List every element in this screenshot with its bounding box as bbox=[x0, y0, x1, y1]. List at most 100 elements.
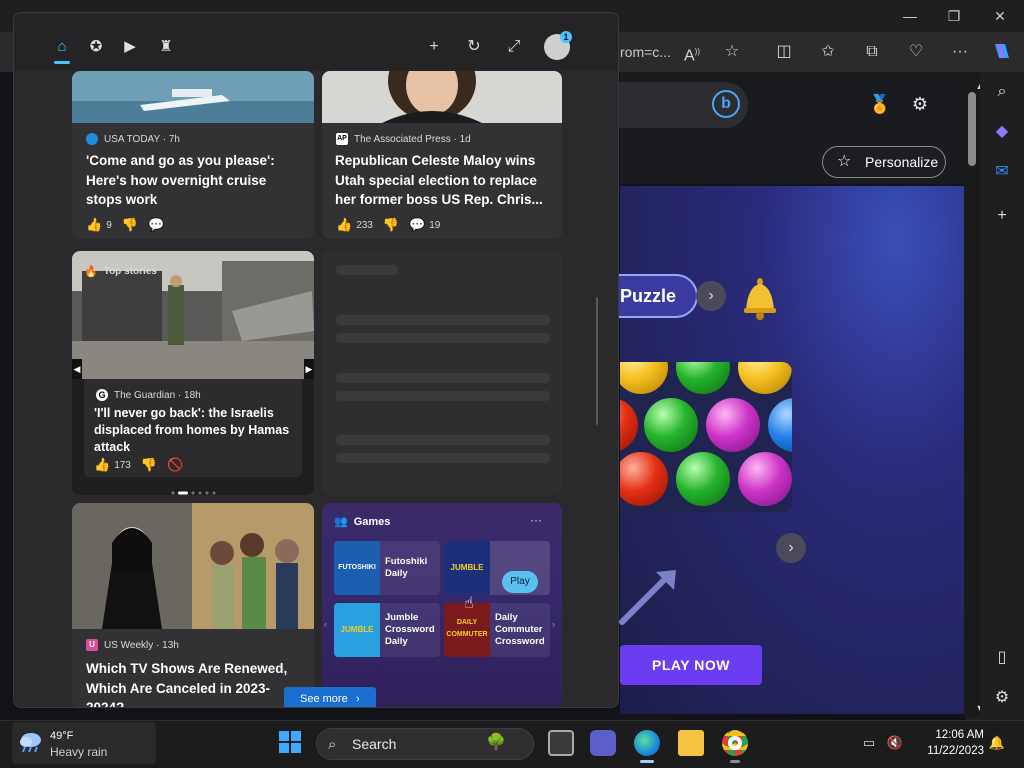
news-card[interactable]: AP The Associated Press · 1d Republican … bbox=[322, 71, 562, 239]
bing-logo-icon[interactable]: b bbox=[712, 90, 740, 118]
copilot-icon[interactable] bbox=[990, 40, 1014, 64]
headline[interactable]: Which TV Shows Are Renewed, Which Are Ca… bbox=[86, 659, 304, 707]
game-tile-jumble-crossword[interactable]: JUMBLE Jumble Crossword Daily bbox=[334, 603, 440, 657]
clock-time[interactable]: 12:06 AM bbox=[920, 729, 984, 741]
comment-button[interactable]: 💬 bbox=[148, 217, 164, 233]
see-more-button[interactable]: See more › bbox=[284, 687, 376, 707]
more-menu-icon[interactable]: ··· bbox=[948, 40, 972, 64]
sidebar-toggle-icon[interactable]: ▯ bbox=[990, 646, 1014, 670]
see-more-label: See more bbox=[300, 693, 348, 705]
rain-cloud-icon bbox=[20, 733, 41, 753]
home-icon[interactable]: ⌂ bbox=[50, 35, 74, 59]
news-source: USA TODAY · 7h bbox=[86, 133, 180, 145]
network-icon[interactable]: ▭ bbox=[860, 734, 878, 752]
more-options-icon[interactable]: ··· bbox=[530, 513, 542, 527]
personalize-button[interactable]: ☆ Personalize bbox=[822, 146, 946, 178]
search-label: Search bbox=[352, 736, 397, 752]
clock-date[interactable]: 11/22/2023 bbox=[920, 745, 984, 757]
chrome-browser-icon[interactable] bbox=[722, 730, 748, 756]
thumbs-up-icon: 👍 bbox=[86, 217, 103, 232]
add-icon[interactable]: + bbox=[990, 204, 1014, 228]
edge-browser-icon[interactable] bbox=[634, 730, 660, 756]
headline[interactable]: 'I'll never go back': the Israelis displ… bbox=[94, 405, 300, 456]
expand-icon[interactable]: ⤢ bbox=[502, 35, 526, 59]
comments-off-button[interactable]: 🚫 bbox=[167, 457, 183, 473]
game-label: Jumble Crossword Daily bbox=[385, 612, 435, 647]
like-button[interactable]: 👍 233 bbox=[336, 217, 373, 233]
collections-icon[interactable]: ⧉ bbox=[860, 40, 884, 64]
read-aloud-icon[interactable]: A)) bbox=[680, 40, 704, 64]
like-button[interactable]: 👍 9 bbox=[86, 217, 112, 233]
scrollbar-thumb[interactable] bbox=[968, 92, 976, 166]
like-button[interactable]: 👍 173 bbox=[94, 457, 131, 473]
news-card[interactable]: USA TODAY · 7h 'Come and go as you pleas… bbox=[72, 71, 314, 239]
copilot-side-icon[interactable]: ◆ bbox=[990, 120, 1014, 144]
dislike-button[interactable]: 👎 bbox=[383, 217, 399, 233]
notification-badge: 1 bbox=[560, 31, 572, 43]
dislike-button[interactable]: 👎 bbox=[141, 457, 157, 473]
game-tile-futoshiki[interactable]: FUTOSHIKI Futoshiki Daily bbox=[334, 541, 440, 595]
bubble-red bbox=[620, 452, 668, 506]
top-stories-card[interactable]: 🔥 Top stories ◀ ▶ G The Guardian · 18h '… bbox=[72, 251, 314, 495]
skeleton-line bbox=[336, 315, 550, 325]
thumbs-down-icon: 👎 bbox=[140, 457, 158, 472]
ap-logo-icon: AP bbox=[336, 133, 348, 145]
news-source: U US Weekly · 13h bbox=[86, 639, 179, 651]
task-view-icon[interactable] bbox=[548, 730, 574, 756]
rewards-icon[interactable]: 🏅 bbox=[868, 92, 892, 116]
favorites-icon[interactable]: ✪ bbox=[84, 35, 108, 59]
chevron-right-icon[interactable]: › bbox=[696, 281, 726, 311]
widgets-scrollbar[interactable] bbox=[596, 297, 598, 425]
favorites-icon[interactable]: ✩ bbox=[816, 40, 840, 64]
minimize-icon[interactable]: — bbox=[900, 6, 920, 26]
sidebar-settings-icon[interactable]: ⚙ bbox=[990, 686, 1014, 710]
settings-gear-icon[interactable]: ⚙ bbox=[908, 92, 932, 116]
headline[interactable]: Republican Celeste Maloy wins Utah speci… bbox=[335, 151, 551, 210]
people-icon: 👥 bbox=[334, 516, 348, 528]
close-icon[interactable]: ✕ bbox=[990, 6, 1010, 26]
like-count: 173 bbox=[114, 459, 131, 471]
sports-icon[interactable]: ♜ bbox=[154, 35, 178, 59]
teams-chat-icon[interactable] bbox=[590, 730, 616, 756]
widgets-board: ⌂ ✪ ▶ ♜ + ↻ ⤢ 1 USA TODAY · 7h 'Come and… bbox=[13, 12, 619, 708]
volume-muted-icon[interactable]: 🔇 bbox=[886, 734, 904, 752]
game-tile-daily-commuter[interactable]: DAILY COMMUTER Daily Commuter Crossword bbox=[444, 603, 550, 657]
games-prev-icon[interactable]: ‹ bbox=[324, 619, 327, 629]
address-bar-text[interactable]: rom=c... bbox=[620, 44, 671, 60]
bubble-magenta bbox=[706, 398, 760, 452]
comment-icon: 💬 bbox=[147, 217, 165, 232]
comment-button[interactable]: 💬 19 bbox=[409, 217, 440, 233]
carousel-next-icon[interactable]: ▶ bbox=[304, 359, 314, 379]
weather-description: Heavy rain bbox=[50, 745, 108, 759]
outlook-icon[interactable]: ✉ bbox=[990, 160, 1014, 184]
split-screen-icon[interactable]: ◫ bbox=[772, 40, 796, 64]
carousel-prev-icon[interactable]: ◀ bbox=[72, 359, 82, 379]
bell-icon bbox=[744, 278, 776, 320]
skeleton-line bbox=[336, 373, 550, 383]
dislike-button[interactable]: 👎 bbox=[122, 217, 138, 233]
notification-bell-icon[interactable]: 🔔 bbox=[988, 734, 1006, 752]
headline[interactable]: 'Come and go as you please': Here's how … bbox=[86, 151, 300, 210]
video-icon[interactable]: ▶ bbox=[118, 35, 142, 59]
restore-icon[interactable]: ❐ bbox=[944, 6, 964, 26]
windows-start-icon[interactable] bbox=[279, 731, 301, 753]
add-widget-icon[interactable]: + bbox=[422, 35, 446, 59]
games-title: Games bbox=[353, 515, 391, 528]
news-card[interactable]: U US Weekly · 13h Which TV Shows Are Ren… bbox=[72, 503, 314, 707]
carousel-dots[interactable] bbox=[170, 483, 220, 495]
page-scrollbar[interactable] bbox=[964, 72, 980, 718]
game-label: Daily Commuter Crossword bbox=[495, 612, 545, 647]
games-next-icon[interactable]: › bbox=[552, 619, 555, 629]
search-icon[interactable]: ⌕ bbox=[990, 80, 1014, 104]
play-now-button[interactable]: PLAY NOW bbox=[620, 645, 762, 685]
file-explorer-icon[interactable] bbox=[678, 730, 704, 756]
bubble-board[interactable] bbox=[620, 362, 792, 512]
refresh-icon[interactable]: ↻ bbox=[462, 35, 486, 59]
browser-essentials-icon[interactable]: ♡ bbox=[904, 40, 928, 64]
favorite-star-icon[interactable]: ☆ bbox=[720, 40, 744, 64]
bubble-blue bbox=[768, 398, 792, 452]
next-arrow-icon[interactable]: › bbox=[776, 533, 806, 563]
play-button[interactable]: Play bbox=[502, 571, 538, 593]
jumble-thumbnail: JUMBLE bbox=[444, 541, 490, 595]
skeleton-line bbox=[336, 265, 398, 275]
